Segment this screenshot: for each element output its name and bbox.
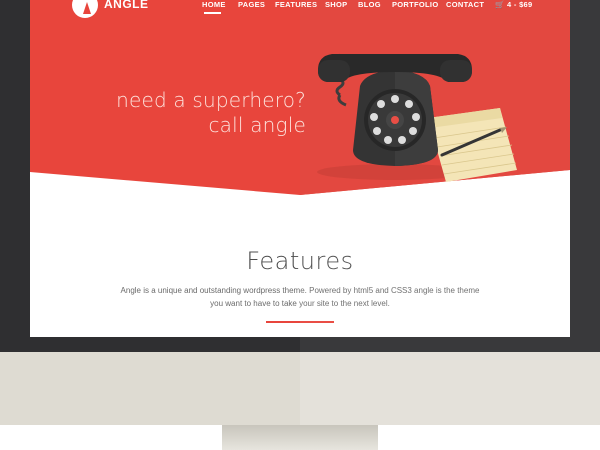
nav-shop[interactable]: SHOP <box>325 0 347 10</box>
nav-pages[interactable]: PAGES <box>238 0 265 10</box>
cart-summary: 4 - $69 <box>507 0 533 9</box>
nav-home[interactable]: HOME <box>202 0 226 10</box>
hero-line-2: call angle <box>208 113 306 137</box>
nav-active-indicator <box>204 12 221 14</box>
hero-tagline: need a superhero? call angle <box>116 88 306 138</box>
nav-cart[interactable]: 🛒 4 - $69 <box>495 0 532 10</box>
features-desc-line-2: you want to have to take your site to th… <box>210 299 390 308</box>
logo-text[interactable]: ANGLE <box>104 0 149 11</box>
features-title: Features <box>246 247 354 275</box>
monitor-stand <box>222 425 378 450</box>
nav-contact[interactable]: CONTACT <box>446 0 484 10</box>
cart-icon: 🛒 <box>495 0 505 9</box>
features-description: Angle is a unique and outstanding wordpr… <box>90 284 510 310</box>
features-divider <box>266 321 334 323</box>
nav-blog[interactable]: BLOG <box>358 0 381 10</box>
monitor-chin-shine <box>300 352 600 425</box>
logo-a-icon <box>83 2 91 14</box>
monitor-screen: ANGLE HOME PAGES FEATURES SHOP BLOG PORT… <box>30 0 570 337</box>
features-desc-line-1: Angle is a unique and outstanding wordpr… <box>120 286 480 295</box>
hero-line-1: need a superhero? <box>116 88 306 112</box>
nav-features[interactable]: FEATURES <box>275 0 317 10</box>
nav-portfolio[interactable]: PORTFOLIO <box>392 0 438 10</box>
hero-section: ANGLE HOME PAGES FEATURES SHOP BLOG PORT… <box>30 0 570 195</box>
